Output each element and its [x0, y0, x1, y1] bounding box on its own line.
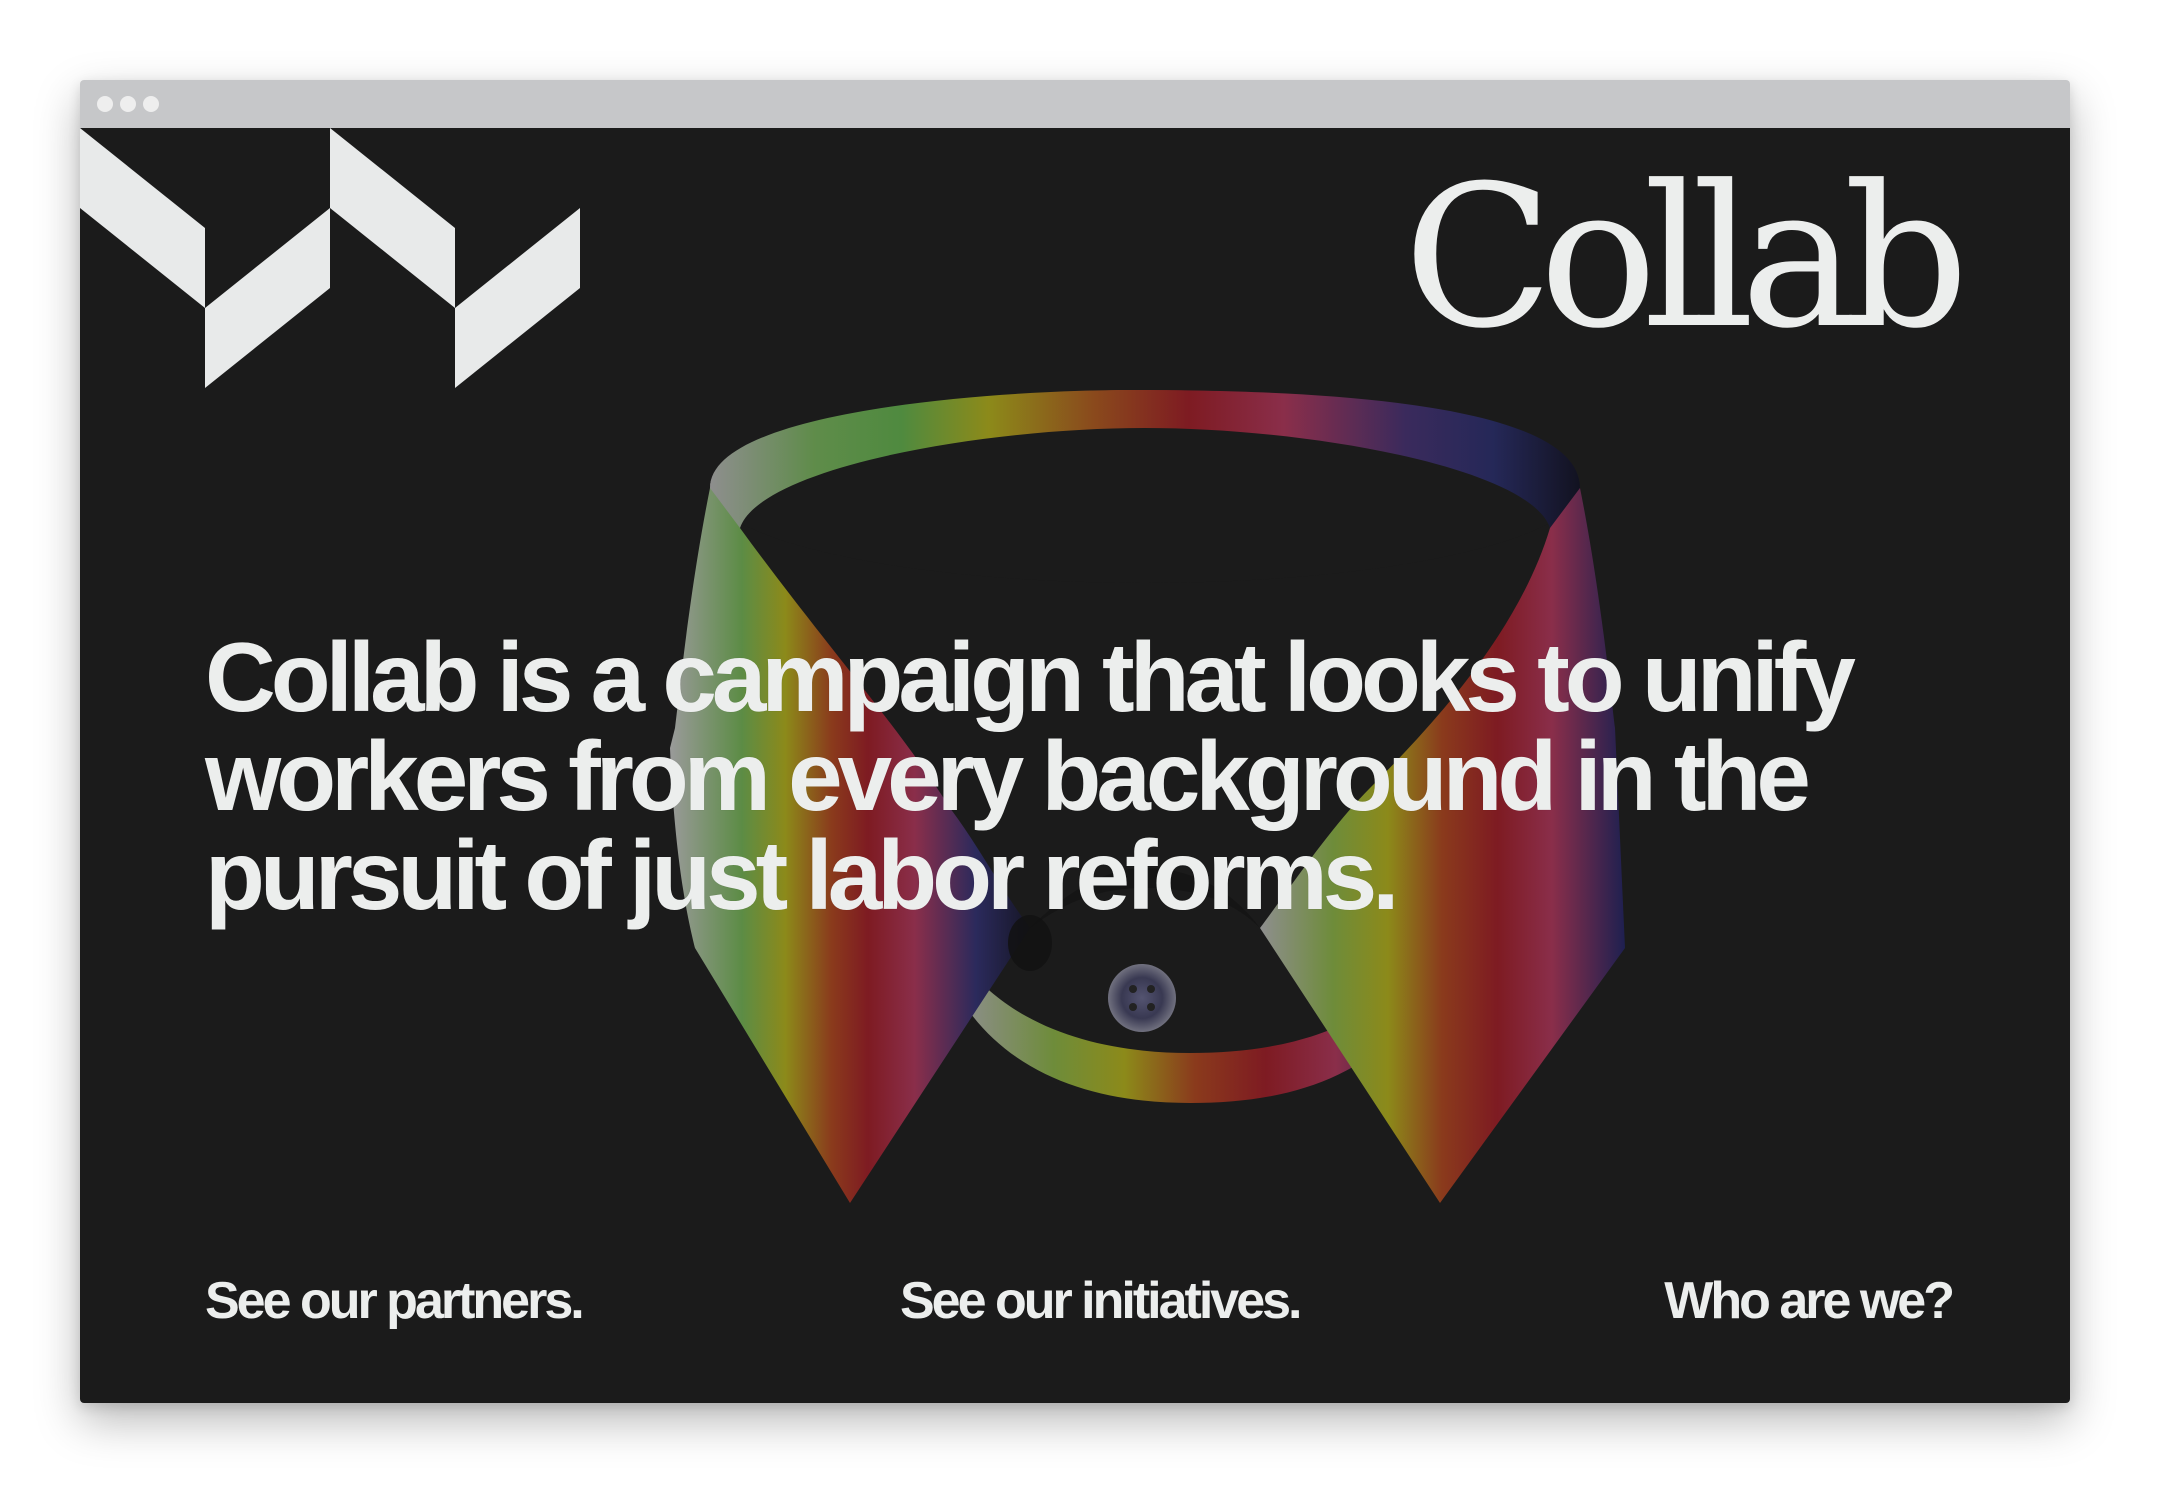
window-minimize-dot[interactable] — [120, 96, 136, 112]
hero-headline: Collab is a campaign that looks to unify… — [205, 622, 1856, 930]
nav-about-link[interactable]: Who are we? — [1664, 1272, 1955, 1330]
browser-window: Collab Collab is a campaign that looks t… — [80, 80, 2070, 1403]
screenshot-stage: Collab Collab is a campaign that looks t… — [0, 0, 2162, 1497]
window-close-dot[interactable] — [97, 96, 113, 112]
browser-titlebar — [80, 80, 2070, 128]
chevron-zigzag-mark-icon[interactable] — [80, 128, 580, 398]
page-viewport: Collab Collab is a campaign that looks t… — [80, 128, 2070, 1403]
site-wordmark[interactable]: Collab — [1403, 160, 1969, 356]
nav-initiatives-link[interactable]: See our initiatives. — [900, 1272, 1302, 1330]
window-maximize-dot[interactable] — [143, 96, 159, 112]
nav-partners-link[interactable]: See our partners. — [205, 1272, 585, 1330]
